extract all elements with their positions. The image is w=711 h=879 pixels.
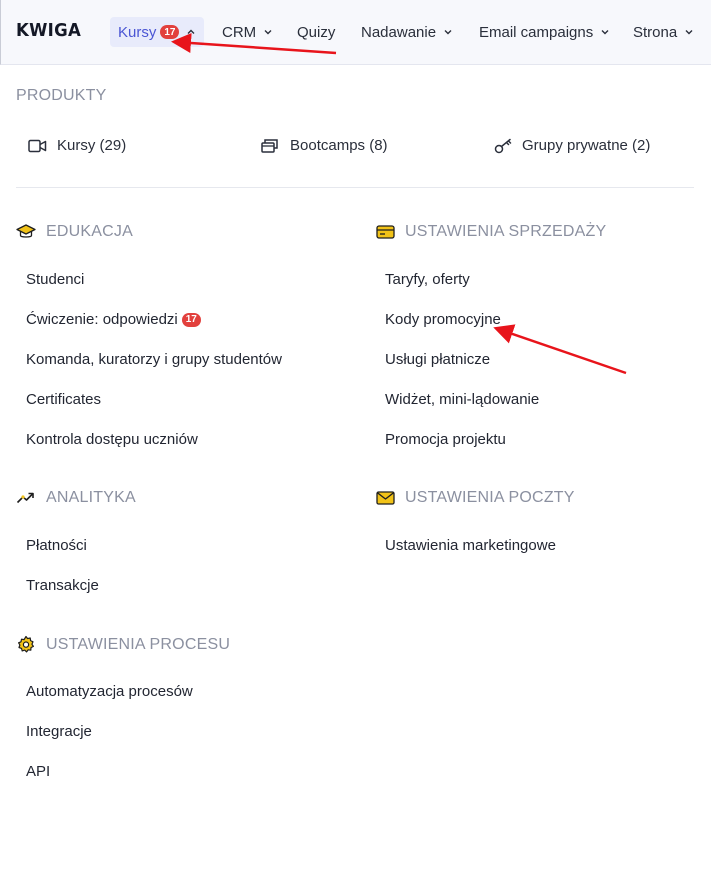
video-camera-icon [28,139,47,152]
nav-kursy-badge: 17 [160,25,180,39]
menu-item-cwiczenie-label: Ćwiczenie: odpowiedzi [26,311,178,328]
key-icon [494,138,512,153]
chevron-down-icon [685,30,693,35]
product-bootcamps[interactable]: Bootcamps (8) [261,137,388,154]
graduation-cap-icon [16,224,36,238]
product-bootcamps-label: Bootcamps (8) [290,137,388,154]
product-kursy[interactable]: Kursy (29) [28,137,126,154]
poczta-title: USTAWIENIA POCZTY [405,489,575,506]
product-grupy-prywatne[interactable]: Grupy prywatne (2) [494,137,650,154]
menu-item-automatyzacja[interactable]: Automatyzacja procesów [26,683,193,700]
cards-stack-icon [261,139,278,153]
annotation-arrow-kody-promocyjne [493,324,627,375]
credit-card-icon [376,225,395,239]
proces-heading: USTAWIENIA PROCESU [16,635,230,655]
menu-item-kody-promocyjne[interactable]: Kody promocyjne [385,311,501,328]
sprzedaz-title: USTAWIENIA SPRZEDAŻY [405,223,607,240]
analityka-title: ANALITYKA [46,489,136,506]
nav-email-campaigns-label: Email campaigns [479,23,594,41]
gear-icon [18,635,34,653]
chevron-down-icon [444,30,452,35]
envelope-icon [376,491,395,505]
edukacja-heading: EDUKACJA [16,223,133,241]
menu-item-platnosci[interactable]: Płatności [26,537,87,554]
menu-item-widzet[interactable]: Widżet, mini-lądowanie [385,391,539,408]
nav-nadawanie-label: Nadawanie [361,23,437,41]
nav-strona-label: Strona [633,23,678,41]
proces-title: USTAWIENIA PROCESU [46,636,231,653]
menu-item-taryfy[interactable]: Taryfy, oferty [385,271,470,288]
menu-item-komanda[interactable]: Komanda, kuratorzy i grupy studentów [26,351,282,368]
menu-item-certificates[interactable]: Certificates [26,391,101,408]
nav-nadawanie[interactable]: Nadawanie [361,17,453,47]
menu-item-ustawienia-marketingowe[interactable]: Ustawienia marketingowe [385,537,556,554]
product-kursy-label: Kursy (29) [57,137,127,154]
menu-item-integracje[interactable]: Integracje [26,723,92,740]
nav-crm-label: CRM [222,23,257,41]
nav-quizy-label: Quizy [297,23,336,41]
chevron-down-icon [601,30,609,35]
nav-email-campaigns[interactable]: Email campaigns [479,17,610,47]
menu-item-api[interactable]: API [26,763,50,780]
chevron-down-icon [264,30,272,35]
menu-item-promocja-projektu[interactable]: Promocja projektu [385,431,506,448]
top-navigation-bar: KWIGA Kursy 17 CRM Quizy Nadawanie Email… [0,0,711,65]
menu-item-studenci[interactable]: Studenci [26,271,84,288]
cwiczenie-badge: 17 [181,312,201,327]
edukacja-title: EDUKACJA [46,223,133,240]
nav-kursy[interactable]: Kursy 17 [110,17,205,47]
chevron-up-icon [187,29,195,34]
kwiga-logo[interactable]: KWIGA [16,20,81,41]
menu-item-kontrola-dostepu[interactable]: Kontrola dostępu uczniów [26,431,198,448]
nav-kursy-label: Kursy [118,23,157,41]
product-grupy-prywatne-label: Grupy prywatne (2) [522,137,651,154]
analityka-heading: ANALITYKA [16,489,136,507]
section-divider [16,187,694,188]
poczta-heading: USTAWIENIA POCZTY [376,489,575,507]
nav-crm[interactable]: CRM [222,17,273,47]
nav-strona[interactable]: Strona [633,17,694,47]
menu-item-cwiczenie-odpowiedzi[interactable]: Ćwiczenie: odpowiedzi 17 [26,311,201,328]
trend-up-icon [16,492,34,504]
menu-item-transakcje[interactable]: Transakcje [26,577,99,594]
menu-item-uslugi-platnicze[interactable]: Usługi płatnicze [385,351,490,368]
sprzedaz-heading: USTAWIENIA SPRZEDAŻY [376,223,606,241]
products-section-title: PRODUKTY [16,87,107,104]
nav-quizy[interactable]: Quizy [297,17,335,47]
